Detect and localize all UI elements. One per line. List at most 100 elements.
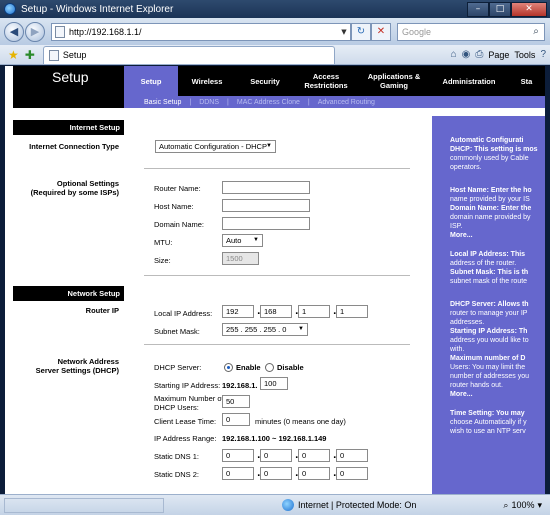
domain-name-field[interactable]	[222, 217, 310, 230]
zoom-control[interactable]: ⌕ 100% ▾	[503, 500, 542, 511]
tab-applications-gaming[interactable]: Applications & Gaming	[358, 66, 430, 96]
dhcp-server-label: DHCP Server:	[154, 363, 202, 372]
lease-time-field[interactable]: 0	[222, 413, 250, 426]
subtab-mac-address-clone[interactable]: MAC Address Clone	[237, 99, 300, 106]
feeds-icon[interactable]: ◉	[462, 49, 471, 60]
help-line: ISP.	[450, 223, 463, 230]
dns2-octet-4[interactable]: 0	[336, 467, 368, 480]
back-button[interactable]: ◀	[4, 21, 24, 42]
more-link[interactable]: More...	[450, 390, 545, 399]
mtu-select[interactable]: Auto ▼	[222, 234, 263, 247]
mtu-label: MTU:	[154, 238, 173, 247]
browser-tab[interactable]: Setup	[42, 45, 335, 64]
help-line: operators.	[450, 164, 482, 171]
dns2-octet-1[interactable]: 0	[222, 467, 254, 480]
window-title: Setup - Windows Internet Explorer	[21, 3, 174, 15]
dhcp-enable-radio[interactable]	[224, 363, 233, 372]
form-content: Automatic Configuration - DHCP ▼ Router …	[125, 116, 432, 494]
page-menu[interactable]: Page	[488, 50, 509, 60]
tab-access-restrictions[interactable]: Access Restrictions	[294, 66, 358, 96]
chevron-down-icon: ▾	[537, 499, 542, 510]
section-internet-setup: Internet Setup	[13, 120, 124, 135]
dns1-octet-4[interactable]: 0	[336, 449, 368, 462]
tab-wireless[interactable]: Wireless	[178, 66, 236, 96]
help-line: Domain Name: Enter the	[450, 205, 532, 212]
dns1-octet-2[interactable]: 0	[260, 449, 292, 462]
static-dns-2-label: Static DNS 2:	[154, 470, 200, 479]
zoom-level: 100%	[511, 500, 535, 510]
command-bar: ★ ✚ Setup ⌂ ◉ ⎙ Page Tools ?	[0, 45, 550, 65]
host-name-field[interactable]	[222, 199, 310, 212]
search-icon[interactable]: ⌕	[528, 24, 544, 40]
ip-range-value: 192.168.1.100 ~ 192.168.1.149	[222, 434, 327, 443]
stop-button[interactable]: ✕	[371, 22, 391, 41]
help-line: Time Setting: You may	[450, 410, 525, 417]
status-bar: Internet | Protected Mode: On ⌕ 100% ▾	[0, 494, 550, 515]
help-line: DHCP Server: Allows th	[450, 301, 529, 308]
connection-type-select[interactable]: Automatic Configuration - DHCP ▼	[155, 140, 276, 153]
security-zone[interactable]: Internet | Protected Mode: On	[282, 499, 416, 511]
dns1-octet-3[interactable]: 0	[298, 449, 330, 462]
dns1-octet-1[interactable]: 0	[222, 449, 254, 462]
close-button[interactable]: ✕	[511, 1, 547, 17]
chevron-down-icon: ▼	[266, 143, 272, 149]
subtab-advanced-routing[interactable]: Advanced Routing	[318, 99, 375, 106]
search-input[interactable]: Google	[402, 27, 431, 37]
subnet-select[interactable]: 255 . 255 . 255 . 0 ▼	[222, 323, 308, 336]
dns2-octet-2[interactable]: 0	[260, 467, 292, 480]
help-icon[interactable]: ?	[540, 49, 546, 60]
add-favorite-icon[interactable]: ✚	[25, 48, 35, 62]
local-ip-octet-3[interactable]: 1	[298, 305, 330, 318]
max-users-field[interactable]: 50	[222, 395, 250, 408]
home-icon[interactable]: ⌂	[451, 49, 457, 60]
subtab-ddns[interactable]: DDNS	[199, 99, 219, 106]
tab-administration[interactable]: Administration	[430, 66, 508, 96]
favorites-star-icon[interactable]: ★	[8, 48, 19, 62]
chevron-down-icon[interactable]: ▼	[338, 28, 350, 36]
tab-status[interactable]: Sta	[508, 66, 545, 96]
main-tabs: Setup Wireless Security Access Restricti…	[124, 66, 545, 96]
address-text[interactable]: http://192.168.1.1/	[69, 27, 142, 37]
search-box[interactable]: Google ⌕	[397, 22, 545, 41]
maximize-button[interactable]: □	[489, 1, 511, 17]
tools-menu[interactable]: Tools	[514, 50, 535, 60]
tab-security[interactable]: Security	[236, 66, 294, 96]
tab-setup[interactable]: Setup	[124, 66, 178, 96]
ip-range-label: IP Address Range:	[154, 434, 217, 443]
start-ip-label: Starting IP Address:	[154, 381, 221, 390]
address-bar[interactable]: http://192.168.1.1/ ▼	[51, 22, 351, 41]
minimize-button[interactable]: –	[467, 1, 489, 17]
subtab-basic-setup[interactable]: Basic Setup	[144, 99, 181, 106]
lease-time-label: Client Lease Time:	[154, 417, 217, 426]
help-p1-title: Automatic Configurati	[450, 137, 524, 144]
forward-arrow-icon: ▶	[30, 25, 40, 38]
forward-button[interactable]: ▶	[25, 21, 45, 42]
label-router-ip: Router IP	[85, 306, 119, 315]
help-line: number of addresses you	[450, 373, 529, 380]
local-ip-octet-1[interactable]: 192	[222, 305, 254, 318]
more-link[interactable]: More...	[450, 231, 545, 240]
print-icon[interactable]: ⎙	[475, 49, 483, 60]
help-line: router hands out.	[450, 382, 503, 389]
dhcp-disable-radio[interactable]	[265, 363, 274, 372]
router-name-field[interactable]	[222, 181, 310, 194]
refresh-button[interactable]: ↻	[351, 22, 371, 41]
back-arrow-icon: ◀	[9, 25, 19, 38]
subtabs-bar: Basic Setup | DDNS | MAC Address Clone |…	[124, 96, 545, 108]
help-line: address you would like to	[450, 337, 529, 344]
help-line: address of the router.	[450, 260, 517, 267]
size-label: Size:	[154, 256, 171, 265]
navigation-bar: ◀ ▶ http://192.168.1.1/ ▼ ↻ ✕ Google ⌕	[0, 18, 550, 45]
local-ip-octet-2[interactable]: 168	[260, 305, 292, 318]
left-column: Internet Setup Internet Connection Type …	[13, 116, 124, 494]
label-optional-settings: Optional Settings (Required by some ISPs…	[30, 179, 119, 197]
help-line: Users: You may limit the	[450, 364, 526, 371]
subnet-label: Subnet Mask:	[154, 327, 200, 336]
dns2-octet-3[interactable]: 0	[298, 467, 330, 480]
ie-logo-icon	[4, 3, 16, 15]
start-ip-field[interactable]: 100	[260, 377, 288, 390]
help-line: Subnet Mask: This is th	[450, 269, 529, 276]
tab-page-icon	[48, 49, 59, 61]
local-ip-octet-4[interactable]: 1	[336, 305, 368, 318]
window-titlebar: Setup - Windows Internet Explorer – □ ✕	[0, 0, 550, 18]
